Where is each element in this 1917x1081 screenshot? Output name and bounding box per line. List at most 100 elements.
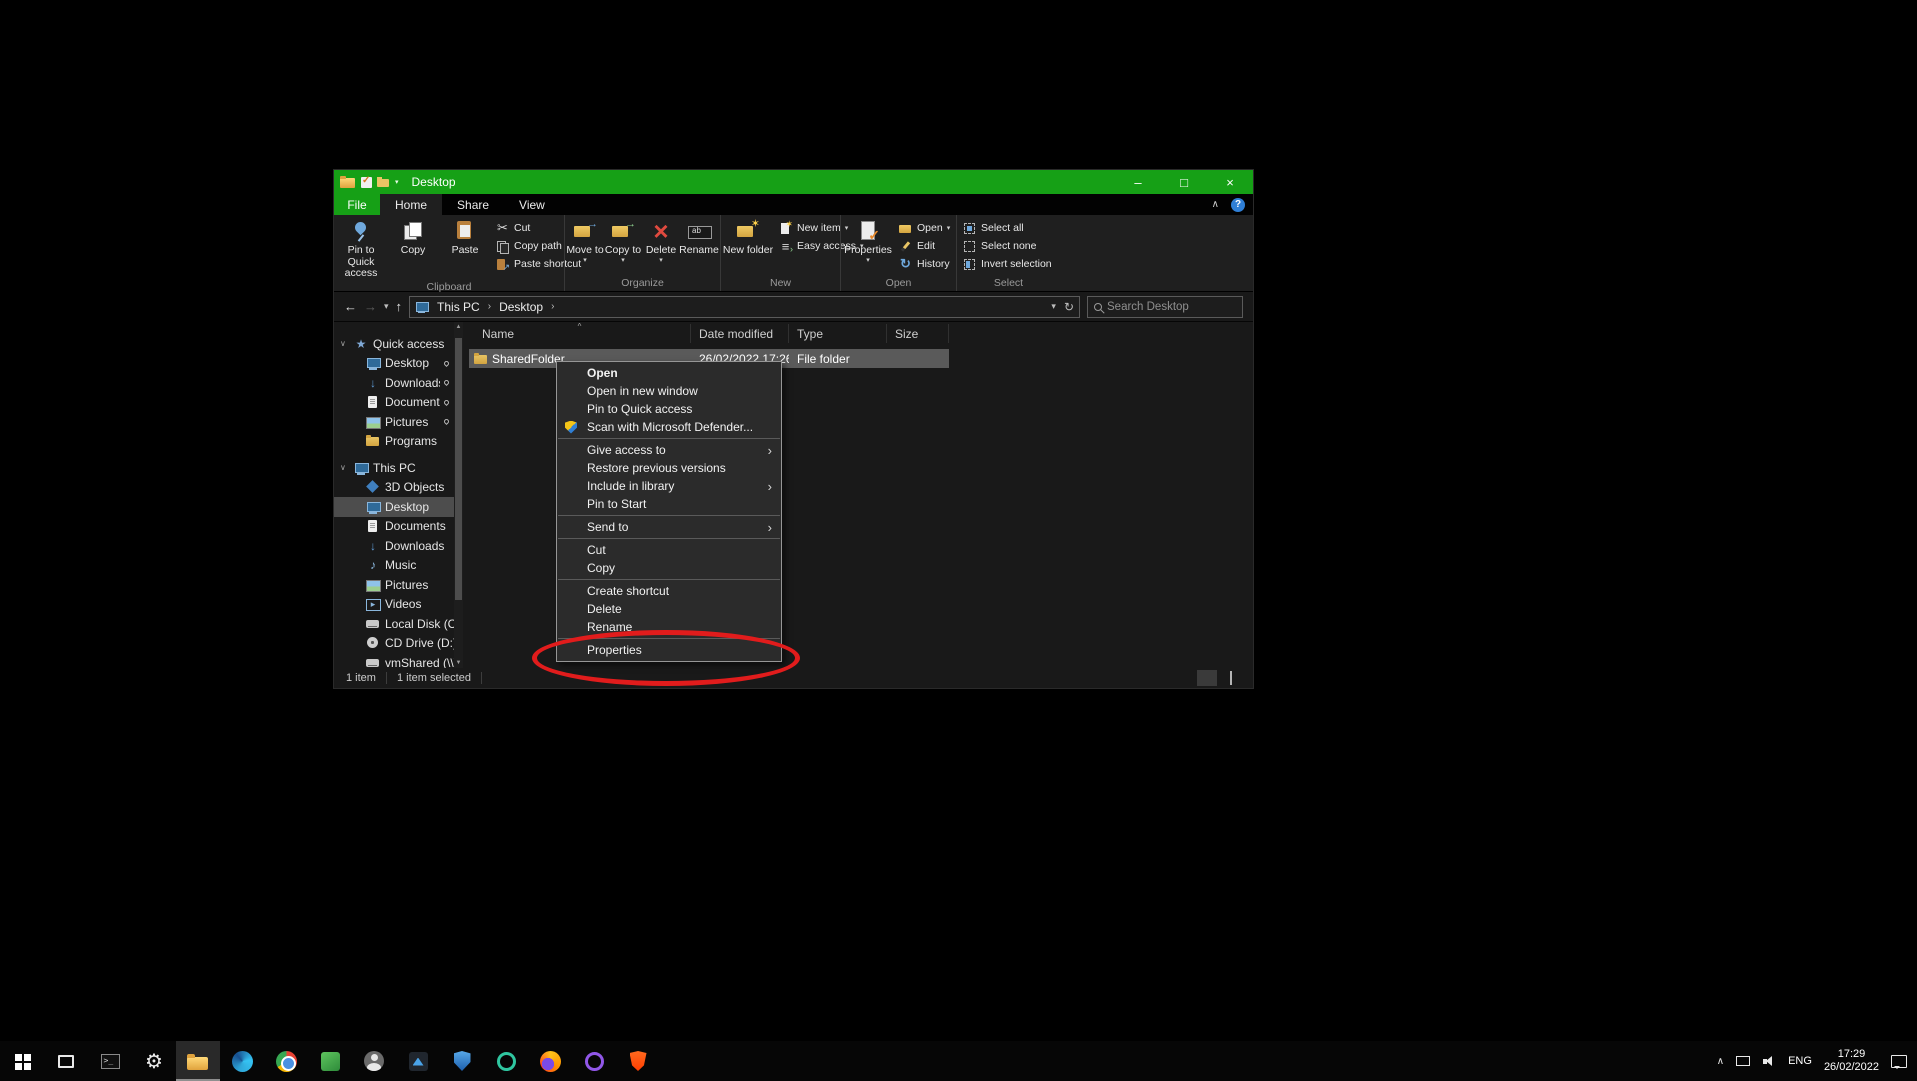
ribbon-big-button[interactable]: Copy xyxy=(387,216,439,280)
large-icons-view-button[interactable] xyxy=(1221,670,1241,686)
collapse-ribbon-icon[interactable]: ∧ xyxy=(1212,199,1219,210)
context-menu-item[interactable]: Cut xyxy=(557,541,781,559)
sidebar-item[interactable]: Documents xyxy=(334,517,454,537)
refresh-icon[interactable]: ↻ xyxy=(1064,300,1074,314)
column-header-size[interactable]: Size xyxy=(887,324,949,343)
file-menu-button[interactable]: File xyxy=(334,194,380,215)
breadcrumb-this-pc[interactable]: This PC xyxy=(434,300,483,314)
ribbon-big-button[interactable]: New folder xyxy=(722,216,774,276)
context-menu-item[interactable]: Scan with Microsoft Defender... xyxy=(557,418,781,436)
sidebar-item[interactable]: CD Drive (D:) Vir xyxy=(334,634,454,654)
context-menu-item[interactable]: Create shortcut xyxy=(557,582,781,600)
qat-new-folder-icon[interactable] xyxy=(377,177,390,188)
ribbon-small-button[interactable]: Select none xyxy=(962,239,1052,253)
details-view-button[interactable] xyxy=(1197,670,1217,686)
ribbon-big-button[interactable]: Paste xyxy=(439,216,491,280)
ribbon-big-button[interactable]: Delete xyxy=(642,216,680,276)
purple-ring-app-icon[interactable] xyxy=(572,1041,616,1081)
green-cube-app-icon[interactable] xyxy=(308,1041,352,1081)
contacts-app-icon[interactable] xyxy=(352,1041,396,1081)
minimize-button[interactable]: – xyxy=(1115,170,1161,194)
teal-ring-app-icon[interactable] xyxy=(484,1041,528,1081)
settings-app-icon[interactable] xyxy=(132,1041,176,1081)
sidebar-item[interactable]: 3D Objects xyxy=(334,478,454,498)
ribbon-small-button[interactable]: Open xyxy=(898,221,950,235)
address-dropdown-icon[interactable]: ▾ xyxy=(1051,301,1056,312)
context-menu-item[interactable]: Open in new window xyxy=(557,382,781,400)
tab-share[interactable]: Share xyxy=(442,194,504,215)
scroll-up-icon[interactable]: ▲ xyxy=(454,324,463,330)
scroll-down-icon[interactable]: ▼ xyxy=(454,660,463,666)
firefox-app-icon[interactable] xyxy=(528,1041,572,1081)
tab-view[interactable]: View xyxy=(504,194,560,215)
tab-home[interactable]: Home xyxy=(380,194,442,215)
tray-chevron-up-icon[interactable]: ∧ xyxy=(1717,1056,1724,1067)
sidebar-item[interactable]: Pictures xyxy=(334,575,454,595)
task-view-button[interactable] xyxy=(44,1041,88,1081)
breadcrumb-desktop[interactable]: Desktop xyxy=(496,300,546,314)
sidebar-item[interactable]: Quick access xyxy=(334,334,454,354)
context-menu-item[interactable]: Include in library xyxy=(557,477,781,495)
chevron-right-icon[interactable]: › xyxy=(488,301,491,312)
file-explorer-app-icon[interactable] xyxy=(176,1041,220,1081)
context-menu-item[interactable]: Copy xyxy=(557,559,781,577)
qat-customize-dropdown-icon[interactable]: ▾ xyxy=(395,178,399,186)
scrollbar-thumb[interactable] xyxy=(455,338,462,600)
edge-app-icon[interactable] xyxy=(220,1041,264,1081)
qat-properties-icon[interactable] xyxy=(361,177,372,188)
chrome-app-icon[interactable] xyxy=(264,1041,308,1081)
column-header-name[interactable]: ^ Name xyxy=(469,324,691,343)
ribbon-big-button[interactable]: Pin to Quick access xyxy=(335,216,387,280)
ribbon-small-button[interactable]: History xyxy=(898,257,950,271)
sidebar-item[interactable]: vmShared (\\VB xyxy=(334,653,454,668)
close-button[interactable]: × xyxy=(1207,170,1253,194)
sidebar-item[interactable]: Programs xyxy=(334,432,454,452)
expand-chevron-icon[interactable] xyxy=(340,463,349,472)
ribbon-small-button[interactable]: Edit xyxy=(898,239,950,253)
ribbon-big-button[interactable]: Rename xyxy=(680,216,718,276)
tray-speaker-icon[interactable] xyxy=(1762,1055,1776,1067)
ribbon-big-button[interactable]: Move to xyxy=(566,216,604,276)
security-shield-app-icon[interactable] xyxy=(440,1041,484,1081)
ribbon-big-button[interactable]: Copy to xyxy=(604,216,642,276)
context-menu-item[interactable]: Pin to Start xyxy=(557,495,781,513)
sidebar-item[interactable]: Documents xyxy=(334,393,454,413)
sidebar-item[interactable]: Videos xyxy=(334,595,454,615)
sidebar-item[interactable]: Desktop xyxy=(334,354,454,374)
maximize-button[interactable]: □ xyxy=(1161,170,1207,194)
context-menu-item[interactable]: Give access to xyxy=(557,441,781,459)
action-center-icon[interactable] xyxy=(1891,1055,1907,1068)
context-menu-item[interactable]: Send to xyxy=(557,518,781,536)
back-icon[interactable]: ← xyxy=(344,299,357,314)
start-button[interactable] xyxy=(0,1041,44,1081)
column-header-date-modified[interactable]: Date modified xyxy=(691,324,789,343)
taskbar-clock[interactable]: 17:29 26/02/2022 xyxy=(1824,1048,1879,1074)
context-menu-item[interactable]: Delete xyxy=(557,600,781,618)
search-box[interactable] xyxy=(1087,296,1243,318)
sidebar-item[interactable]: Local Disk (C:) xyxy=(334,614,454,634)
sidebar-item[interactable]: This PC xyxy=(334,458,454,478)
context-menu-item[interactable]: Pin to Quick access xyxy=(557,400,781,418)
ribbon-small-button[interactable]: Invert selection xyxy=(962,257,1052,271)
expand-chevron-icon[interactable] xyxy=(340,339,349,348)
sidebar-item[interactable]: Desktop xyxy=(334,497,454,517)
tree-scrollbar[interactable]: ▲ ▼ xyxy=(454,322,463,668)
terminal-app-icon[interactable] xyxy=(88,1041,132,1081)
context-menu-item[interactable]: Open xyxy=(557,364,781,382)
ribbon-small-button[interactable]: Select all xyxy=(962,221,1052,235)
sidebar-item[interactable]: Music xyxy=(334,556,454,576)
help-icon[interactable]: ? xyxy=(1231,198,1245,212)
up-icon[interactable]: ↑ xyxy=(396,299,403,314)
tray-display-icon[interactable] xyxy=(1736,1056,1750,1066)
recent-locations-dropdown-icon[interactable]: ▾ xyxy=(384,301,389,312)
language-indicator[interactable]: ENG xyxy=(1788,1055,1812,1067)
address-bar[interactable]: This PC › Desktop › ▾ ↻ xyxy=(409,296,1080,318)
forward-icon[interactable]: → xyxy=(364,299,377,314)
context-menu-item[interactable]: Restore previous versions xyxy=(557,459,781,477)
dark-app-icon[interactable] xyxy=(396,1041,440,1081)
column-header-type[interactable]: Type xyxy=(789,324,887,343)
search-input[interactable] xyxy=(1107,301,1236,313)
brave-app-icon[interactable] xyxy=(616,1041,660,1081)
sidebar-item[interactable]: Pictures xyxy=(334,412,454,432)
chevron-right-icon[interactable]: › xyxy=(551,301,554,312)
